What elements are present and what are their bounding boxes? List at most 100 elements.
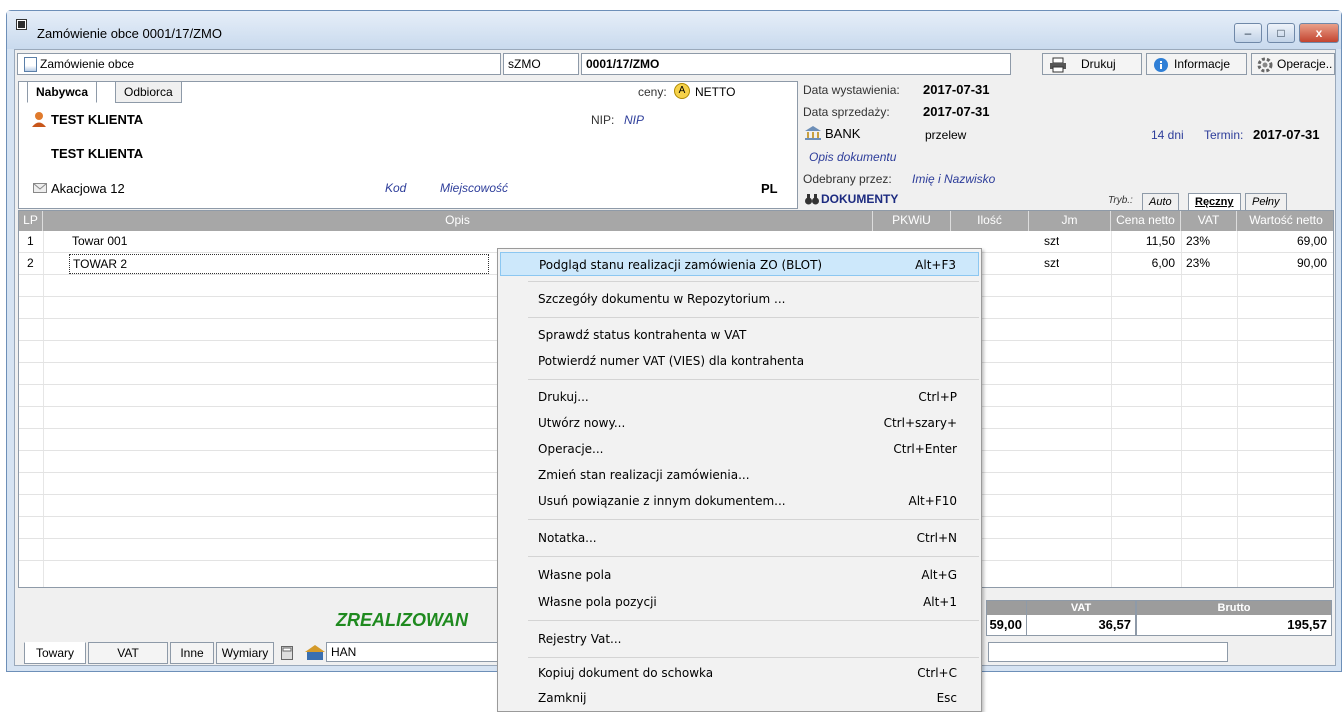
menu-item-shortcut: Ctrl+Enter <box>893 442 957 456</box>
payment-days[interactable]: 14 dni <box>1151 128 1184 142</box>
menu-item-note[interactable]: Notatka... Ctrl+N <box>500 526 979 550</box>
print-button[interactable]: Drukuj <box>1042 53 1142 75</box>
row-jm: szt <box>1044 256 1060 270</box>
series-field[interactable]: sZMO <box>503 53 579 75</box>
menu-item-shortcut: Ctrl+szary+ <box>883 416 957 430</box>
sale-date[interactable]: 2017-07-31 <box>923 104 990 119</box>
mode-auto-tab[interactable]: Auto <box>1142 193 1179 211</box>
document-meta-panel: Data wystawienia: 2017-07-31 Data sprzed… <box>803 81 1334 211</box>
tab-buyer[interactable]: Nabywca <box>27 81 98 103</box>
tab-vat[interactable]: VAT <box>88 642 168 664</box>
extra-field[interactable] <box>988 642 1228 662</box>
menu-separator <box>528 281 979 282</box>
menu-item-order-status-preview[interactable]: Podgląd stanu realizacji zamówienia ZO (… <box>500 252 979 276</box>
menu-item-label: Podgląd stanu realizacji zamówienia ZO (… <box>539 258 823 272</box>
tab-other[interactable]: Inne <box>170 642 214 664</box>
vat-total-value: 36,57 <box>1098 617 1131 632</box>
col-opis[interactable]: Opis <box>43 211 873 231</box>
col-pkwiu[interactable]: PKWiU <box>873 211 951 231</box>
row-cena: 6,00 <box>1151 256 1175 270</box>
window-icon <box>17 20 26 29</box>
mode-tabs: Tryb.: Auto Ręczny Pełny <box>1108 191 1334 211</box>
menu-item-change-order-status[interactable]: Zmień stan realizacji zamówienia... <box>500 463 979 487</box>
minimize-button[interactable]: – <box>1234 23 1262 43</box>
issue-date[interactable]: 2017-07-31 <box>923 82 990 97</box>
payment-type[interactable]: przelew <box>925 128 966 142</box>
row-vat: 23% <box>1186 234 1211 248</box>
menu-item-confirm-vies[interactable]: Potwierdź numer VAT (VIES) dla kontrahen… <box>500 349 979 373</box>
menu-item-label: Kopiuj dokument do schowka <box>538 666 714 680</box>
col-wartosc-netto[interactable]: Wartość netto <box>1237 211 1333 231</box>
menu-item-custom-item-fields[interactable]: Własne pola pozycji Alt+1 <box>500 590 979 614</box>
buyer-name-1[interactable]: TEST KLIENTA <box>51 112 143 127</box>
row-vat: 23% <box>1186 256 1211 270</box>
menu-item-close[interactable]: Zamknij Esc <box>500 686 979 710</box>
warehouse-field[interactable]: HAN <box>326 642 516 662</box>
status-label: ZREALIZOWAN <box>336 610 468 630</box>
document-header-strip: Zamówienie obce sZMO 0001/17/ZMO Drukuj … <box>17 53 1335 77</box>
info-icon <box>1154 58 1168 72</box>
info-label: Informacje <box>1174 57 1231 71</box>
city[interactable]: Miejscowość <box>440 181 508 195</box>
row-cena: 11,50 <box>1145 234 1175 248</box>
payment-method[interactable]: BANK <box>825 126 860 141</box>
buyer-name-2[interactable]: TEST KLIENTA <box>51 146 143 161</box>
number-field[interactable]: 0001/17/ZMO <box>581 53 1011 75</box>
warehouse-icon <box>305 645 325 660</box>
issue-date-label: Data wystawienia: <box>803 83 900 97</box>
menu-item-check-vat-status[interactable]: Sprawdź status kontrahenta w VAT <box>500 323 979 347</box>
menu-item-operations[interactable]: Operacje... Ctrl+Enter <box>500 437 979 461</box>
mode-manual-tab[interactable]: Ręczny <box>1188 193 1241 211</box>
row-jm: szt <box>1044 234 1060 248</box>
menu-item-print[interactable]: Drukuj... Ctrl+P <box>500 385 979 409</box>
tab-items[interactable]: Towary <box>24 642 86 664</box>
received-by[interactable]: Imię i Nazwisko <box>912 172 995 186</box>
menu-item-label: Zmień stan realizacji zamówienia... <box>538 468 750 482</box>
menu-item-label: Notatka... <box>538 531 597 545</box>
info-button[interactable]: Informacje <box>1146 53 1247 75</box>
menu-item-shortcut: Alt+G <box>921 568 957 582</box>
street[interactable]: Akacjowa 12 <box>51 181 125 196</box>
col-ilosc[interactable]: Ilość <box>951 211 1029 231</box>
menu-item-shortcut: Alt+F3 <box>915 258 956 272</box>
due-date[interactable]: 2017-07-31 <box>1253 127 1320 142</box>
menu-item-label: Drukuj... <box>538 390 589 404</box>
postal-code[interactable]: Kod <box>385 181 406 195</box>
prices-mode-badge[interactable]: A <box>674 83 690 99</box>
col-cena-netto[interactable]: Cena netto <box>1111 211 1181 231</box>
window-title: Zamówienie obce 0001/17/ZMO <box>37 26 222 41</box>
country[interactable]: PL <box>761 181 778 196</box>
col-jm[interactable]: Jm <box>1029 211 1111 231</box>
close-button[interactable]: x <box>1299 23 1339 43</box>
nip-value[interactable]: NIP <box>624 113 644 127</box>
sale-date-label: Data sprzedaży: <box>803 105 890 119</box>
nip-label: NIP: <box>591 113 615 127</box>
maximize-button[interactable]: □ <box>1267 23 1295 43</box>
row-opis: Towar 001 <box>72 234 128 248</box>
vat-total: VAT 36,57 <box>1026 600 1136 636</box>
menu-item-create-new[interactable]: Utwórz nowy... Ctrl+szary+ <box>500 411 979 435</box>
netto-total: 59,00 <box>986 600 1026 636</box>
col-vat[interactable]: VAT <box>1181 211 1237 231</box>
operations-button[interactable]: Operacje.. <box>1251 53 1335 75</box>
menu-item-label: Szczegóły dokumentu w Repozytorium ... <box>538 292 786 306</box>
envelope-icon <box>33 183 47 193</box>
due-date-label: Termin: <box>1204 128 1244 142</box>
menu-item-vat-registers[interactable]: Rejestry Vat... <box>500 627 979 651</box>
binoculars-icon <box>805 194 819 205</box>
documents-link[interactable]: DOKUMENTY <box>821 192 898 206</box>
tab-dimensions[interactable]: Wymiary <box>216 642 274 664</box>
menu-separator <box>528 620 979 621</box>
document-description[interactable]: Opis dokumentu <box>809 150 896 164</box>
calculator-icon[interactable] <box>281 646 293 660</box>
menu-item-label: Sprawdź status kontrahenta w VAT <box>538 328 747 342</box>
menu-item-copy-to-clipboard[interactable]: Kopiuj dokument do schowka Ctrl+C <box>500 661 979 685</box>
tab-receiver[interactable]: Odbiorca <box>115 81 182 103</box>
menu-item-custom-fields[interactable]: Własne pola Alt+G <box>500 563 979 587</box>
menu-item-remove-link[interactable]: Usuń powiązanie z innym dokumentem... Alt… <box>500 489 979 513</box>
doc-type-field[interactable]: Zamówienie obce <box>17 53 501 75</box>
menu-item-shortcut: Esc <box>936 691 957 705</box>
col-lp[interactable]: LP <box>19 211 43 231</box>
menu-item-repository-details[interactable]: Szczegóły dokumentu w Repozytorium ... <box>500 287 979 311</box>
mode-full-tab[interactable]: Pełny <box>1245 193 1287 211</box>
